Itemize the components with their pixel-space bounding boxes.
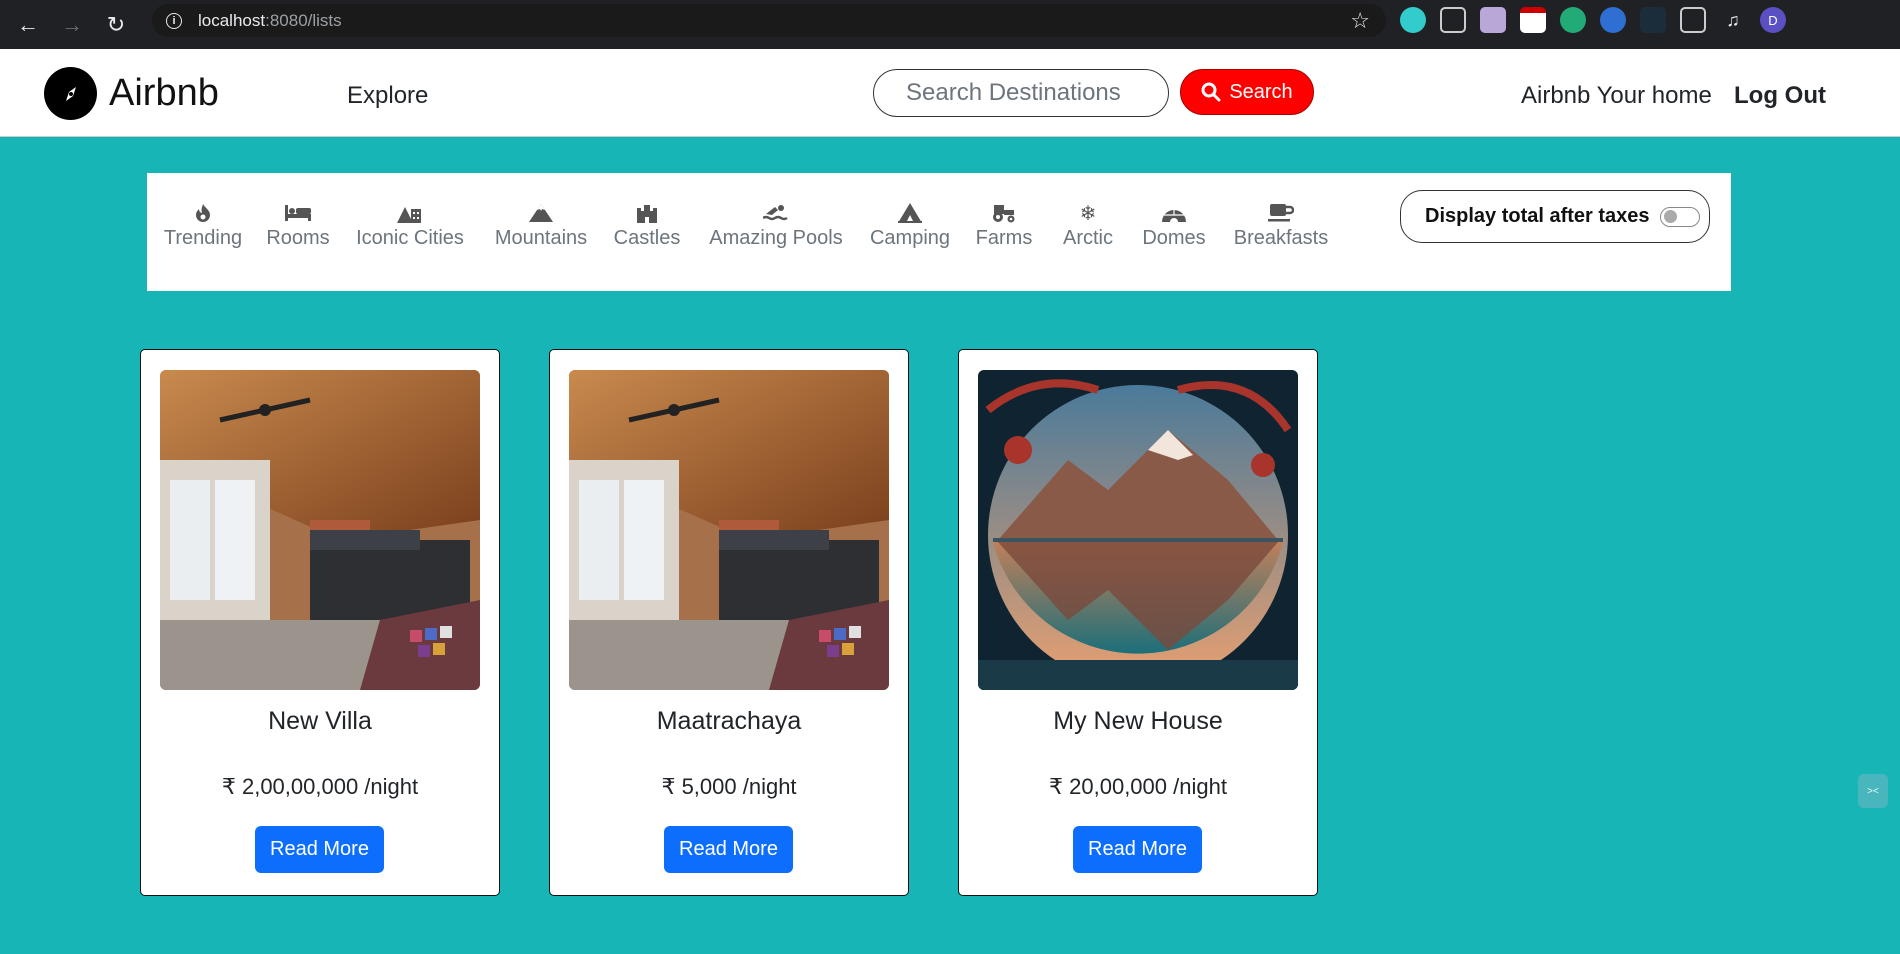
brand-name[interactable]: Airbnb — [109, 72, 219, 115]
extension-icon[interactable] — [1600, 7, 1626, 33]
media-icon[interactable]: ♫ — [1720, 7, 1746, 33]
info-icon[interactable]: i — [166, 12, 182, 29]
search-input[interactable] — [873, 69, 1169, 117]
search-button-label: Search — [1229, 80, 1293, 103]
read-more-button[interactable]: Read More — [255, 826, 384, 873]
logout-link[interactable]: Log Out — [1734, 82, 1826, 110]
villa-bedroom-image[interactable] — [569, 370, 889, 690]
swimmer-icon — [762, 201, 790, 225]
filter-domes[interactable]: Domes — [1142, 201, 1206, 250]
bookmark-star-icon[interactable]: ☆ — [1350, 8, 1370, 34]
tractor-icon — [990, 201, 1018, 225]
compass-logo-icon[interactable] — [44, 67, 97, 120]
listing-card[interactable]: Maatrachaya ₹ 5,000 /night Read More — [549, 349, 909, 896]
listing-title: Maatrachaya — [656, 707, 802, 735]
url-text: localhost:8080/lists — [198, 10, 342, 30]
extensions-area: ♫ D — [1400, 0, 1786, 40]
filter-farms[interactable]: Farms — [976, 201, 1032, 250]
igloo-icon — [1160, 201, 1188, 225]
filter-castles[interactable]: Castles — [614, 201, 680, 250]
flame-icon — [189, 201, 217, 225]
tent-icon — [896, 201, 924, 225]
filter-iconic-cities[interactable]: Iconic Cities — [356, 201, 464, 250]
castle-icon — [633, 201, 661, 225]
puzzle-icon[interactable] — [1680, 7, 1706, 33]
mountain-lake-image[interactable] — [978, 370, 1298, 690]
extension-icon[interactable] — [1560, 7, 1586, 33]
mug-icon — [1267, 201, 1295, 225]
extension-icon[interactable] — [1440, 7, 1466, 33]
listing-title: New Villa — [268, 707, 372, 735]
back-icon[interactable]: ← — [6, 0, 50, 49]
search-icon — [1201, 82, 1221, 102]
filters-bar: Trending Rooms Iconic Cities Mountains C… — [147, 173, 1731, 291]
listing-title: My New House — [1053, 707, 1223, 735]
filter-arctic[interactable]: ❄ Arctic — [1060, 201, 1116, 250]
search-button[interactable]: Search — [1180, 69, 1314, 115]
villa-bedroom-image[interactable] — [160, 370, 480, 690]
mountain-icon — [527, 201, 555, 225]
tax-toggle-container: Display total after taxes — [1400, 190, 1710, 243]
filter-breakfasts[interactable]: Breakfasts — [1233, 201, 1329, 250]
switch-knob — [1663, 209, 1677, 223]
listing-price: ₹ 20,00,000 /night — [1049, 774, 1227, 799]
reload-icon[interactable]: ↻ — [94, 0, 138, 49]
profile-avatar[interactable]: D — [1760, 7, 1786, 33]
read-more-button[interactable]: Read More — [664, 826, 793, 873]
filter-camping[interactable]: Camping — [870, 201, 950, 250]
extension-icon[interactable] — [1480, 7, 1506, 33]
airbnb-your-home-link[interactable]: Airbnb Your home — [1521, 82, 1712, 110]
app-navbar: Airbnb Explore Search Airbnb Your home L… — [0, 49, 1900, 137]
listing-price: ₹ 5,000 /night — [661, 774, 797, 799]
filter-amazing-pools[interactable]: Amazing Pools — [709, 201, 843, 250]
listing-card[interactable]: New Villa ₹ 2,00,00,000 /night Read More — [140, 349, 500, 896]
filter-mountains[interactable]: Mountains — [494, 201, 588, 250]
read-more-button[interactable]: Read More — [1073, 826, 1202, 873]
extension-icon[interactable] — [1520, 7, 1546, 33]
extension-floating-icon[interactable]: >< — [1858, 774, 1888, 808]
filter-trending[interactable]: Trending — [164, 201, 242, 250]
bed-icon — [284, 201, 312, 225]
filter-rooms[interactable]: Rooms — [266, 201, 330, 250]
extension-icon[interactable] — [1640, 7, 1666, 33]
forward-icon[interactable]: → — [50, 0, 94, 49]
browser-toolbar: ← → ↻ i localhost:8080/lists ☆ ♫ D — [0, 0, 1900, 49]
snowflake-icon: ❄ — [1079, 202, 1097, 225]
tax-toggle-switch[interactable] — [1659, 206, 1700, 227]
listing-price: ₹ 2,00,00,000 /night — [221, 774, 419, 799]
explore-link[interactable]: Explore — [347, 82, 428, 110]
extension-icon[interactable] — [1400, 7, 1426, 33]
address-bar[interactable]: i localhost:8080/lists ☆ — [152, 4, 1386, 37]
tax-toggle-label: Display total after taxes — [1425, 205, 1650, 227]
city-icon — [396, 201, 424, 225]
listing-card[interactable]: My New House ₹ 20,00,000 /night Read Mor… — [958, 349, 1318, 896]
